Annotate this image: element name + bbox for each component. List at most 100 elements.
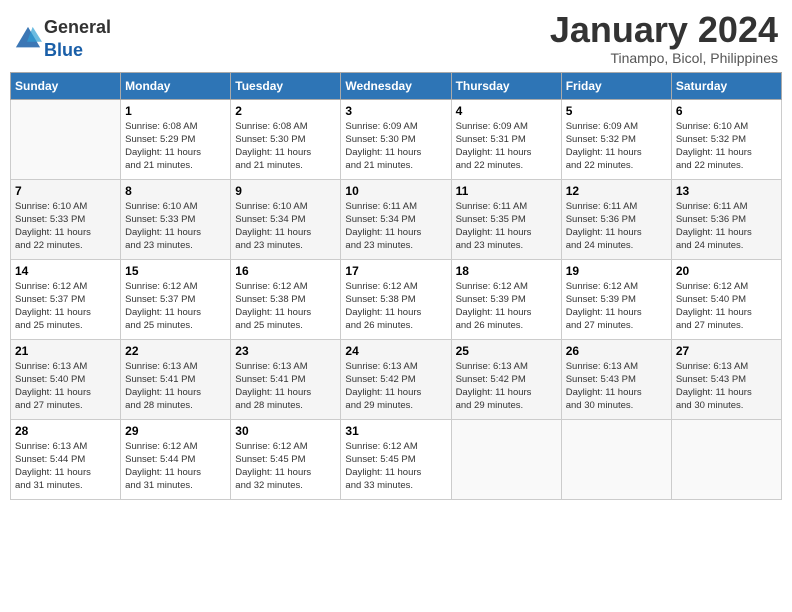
day-number: 9 [235, 184, 336, 198]
calendar-cell [451, 419, 561, 499]
calendar-cell: 9 Sunrise: 6:10 AMSunset: 5:34 PMDaylight… [231, 179, 341, 259]
day-number: 3 [345, 104, 446, 118]
day-number: 12 [566, 184, 667, 198]
logo-icon [14, 25, 42, 53]
day-number: 15 [125, 264, 226, 278]
calendar-cell: 22 Sunrise: 6:13 AMSunset: 5:41 PMDayligh… [121, 339, 231, 419]
day-number: 30 [235, 424, 336, 438]
calendar-week-row: 14 Sunrise: 6:12 AMSunset: 5:37 PMDayligh… [11, 259, 782, 339]
page-header: General Blue January 2024 Tinampo, Bicol… [10, 10, 782, 66]
day-number: 10 [345, 184, 446, 198]
day-info: Sunrise: 6:12 AMSunset: 5:37 PMDaylight:… [15, 280, 116, 333]
calendar-cell: 27Sunrise: 6:13 AMSunset: 5:43 PMDayligh… [671, 339, 781, 419]
day-number: 13 [676, 184, 777, 198]
day-info: Sunrise: 6:12 AMSunset: 5:39 PMDaylight:… [456, 280, 557, 333]
day-info: Sunrise: 6:13 AMSunset: 5:44 PMDaylight:… [15, 440, 116, 493]
calendar-cell: 5Sunrise: 6:09 AMSunset: 5:32 PMDaylight… [561, 99, 671, 179]
day-info: Sunrise: 6:11 AMSunset: 5:34 PMDaylight:… [345, 200, 446, 253]
calendar-cell [561, 419, 671, 499]
day-info: Sunrise: 6:12 AMSunset: 5:38 PMDaylight:… [345, 280, 446, 333]
day-number: 14 [15, 264, 116, 278]
calendar-cell: 1Sunrise: 6:08 AMSunset: 5:29 PMDaylight… [121, 99, 231, 179]
day-info: Sunrise: 6:11 AMSunset: 5:36 PMDaylight:… [676, 200, 777, 253]
day-number: 4 [456, 104, 557, 118]
day-number: 29 [125, 424, 226, 438]
calendar-cell: 31Sunrise: 6:12 AMSunset: 5:45 PMDayligh… [341, 419, 451, 499]
calendar-cell: 7Sunrise: 6:10 AMSunset: 5:33 PMDaylight… [11, 179, 121, 259]
calendar-cell: 25 Sunrise: 6:13 AMSunset: 5:42 PMDayligh… [451, 339, 561, 419]
day-number: 20 [676, 264, 777, 278]
calendar-cell: 18 Sunrise: 6:12 AMSunset: 5:39 PMDayligh… [451, 259, 561, 339]
logo-general-text: General [44, 17, 111, 37]
day-number: 21 [15, 344, 116, 358]
day-info: Sunrise: 6:11 AMSunset: 5:36 PMDaylight:… [566, 200, 667, 253]
day-info: Sunrise: 6:10 AMSunset: 5:32 PMDaylight:… [676, 120, 777, 173]
calendar-cell [671, 419, 781, 499]
day-info: Sunrise: 6:12 AMSunset: 5:45 PMDaylight:… [345, 440, 446, 493]
calendar-body: 1Sunrise: 6:08 AMSunset: 5:29 PMDaylight… [11, 99, 782, 499]
calendar-cell: 19Sunrise: 6:12 AMSunset: 5:39 PMDayligh… [561, 259, 671, 339]
calendar-cell: 24Sunrise: 6:13 AMSunset: 5:42 PMDayligh… [341, 339, 451, 419]
calendar-cell: 20Sunrise: 6:12 AMSunset: 5:40 PMDayligh… [671, 259, 781, 339]
day-number: 18 [456, 264, 557, 278]
day-number: 8 [125, 184, 226, 198]
calendar-cell: 16 Sunrise: 6:12 AMSunset: 5:38 PMDayligh… [231, 259, 341, 339]
title-section: January 2024 Tinampo, Bicol, Philippines [550, 10, 778, 66]
calendar-cell: 29 Sunrise: 6:12 AMSunset: 5:44 PMDayligh… [121, 419, 231, 499]
calendar-week-row: 1Sunrise: 6:08 AMSunset: 5:29 PMDaylight… [11, 99, 782, 179]
col-sunday: Sunday [11, 72, 121, 99]
day-info: Sunrise: 6:13 AMSunset: 5:40 PMDaylight:… [15, 360, 116, 413]
calendar-cell: 14 Sunrise: 6:12 AMSunset: 5:37 PMDayligh… [11, 259, 121, 339]
day-info: Sunrise: 6:10 AMSunset: 5:34 PMDaylight:… [235, 200, 336, 253]
day-info: Sunrise: 6:12 AMSunset: 5:37 PMDaylight:… [125, 280, 226, 333]
calendar-cell: 30Sunrise: 6:12 AMSunset: 5:45 PMDayligh… [231, 419, 341, 499]
header-row: Sunday Monday Tuesday Wednesday Thursday… [11, 72, 782, 99]
calendar-cell: 23Sunrise: 6:13 AMSunset: 5:41 PMDayligh… [231, 339, 341, 419]
day-info: Sunrise: 6:13 AMSunset: 5:42 PMDaylight:… [456, 360, 557, 413]
day-number: 19 [566, 264, 667, 278]
day-info: Sunrise: 6:13 AMSunset: 5:41 PMDaylight:… [125, 360, 226, 413]
logo: General Blue [14, 16, 111, 62]
month-title: January 2024 [550, 10, 778, 50]
day-number: 25 [456, 344, 557, 358]
day-info: Sunrise: 6:13 AMSunset: 5:43 PMDaylight:… [676, 360, 777, 413]
calendar-table: Sunday Monday Tuesday Wednesday Thursday… [10, 72, 782, 500]
calendar-cell: 6 Sunrise: 6:10 AMSunset: 5:32 PMDaylight… [671, 99, 781, 179]
calendar-cell: 17 Sunrise: 6:12 AMSunset: 5:38 PMDayligh… [341, 259, 451, 339]
day-info: Sunrise: 6:13 AMSunset: 5:41 PMDaylight:… [235, 360, 336, 413]
calendar-cell: 26Sunrise: 6:13 AMSunset: 5:43 PMDayligh… [561, 339, 671, 419]
logo-blue-text: Blue [44, 40, 83, 60]
day-number: 24 [345, 344, 446, 358]
col-friday: Friday [561, 72, 671, 99]
day-info: Sunrise: 6:10 AMSunset: 5:33 PMDaylight:… [125, 200, 226, 253]
calendar-cell: 8 Sunrise: 6:10 AMSunset: 5:33 PMDaylight… [121, 179, 231, 259]
calendar-week-row: 28 Sunrise: 6:13 AMSunset: 5:44 PMDayligh… [11, 419, 782, 499]
day-info: Sunrise: 6:09 AMSunset: 5:32 PMDaylight:… [566, 120, 667, 173]
day-number: 2 [235, 104, 336, 118]
day-number: 22 [125, 344, 226, 358]
calendar-week-row: 7Sunrise: 6:10 AMSunset: 5:33 PMDaylight… [11, 179, 782, 259]
col-monday: Monday [121, 72, 231, 99]
day-number: 6 [676, 104, 777, 118]
day-info: Sunrise: 6:08 AMSunset: 5:30 PMDaylight:… [235, 120, 336, 173]
calendar-cell: 28 Sunrise: 6:13 AMSunset: 5:44 PMDayligh… [11, 419, 121, 499]
calendar-cell: 13 Sunrise: 6:11 AMSunset: 5:36 PMDayligh… [671, 179, 781, 259]
day-info: Sunrise: 6:09 AMSunset: 5:30 PMDaylight:… [345, 120, 446, 173]
day-info: Sunrise: 6:12 AMSunset: 5:38 PMDaylight:… [235, 280, 336, 333]
col-tuesday: Tuesday [231, 72, 341, 99]
day-info: Sunrise: 6:12 AMSunset: 5:44 PMDaylight:… [125, 440, 226, 493]
calendar-cell: 21 Sunrise: 6:13 AMSunset: 5:40 PMDayligh… [11, 339, 121, 419]
col-saturday: Saturday [671, 72, 781, 99]
calendar-week-row: 21 Sunrise: 6:13 AMSunset: 5:40 PMDayligh… [11, 339, 782, 419]
day-number: 17 [345, 264, 446, 278]
day-info: Sunrise: 6:10 AMSunset: 5:33 PMDaylight:… [15, 200, 116, 253]
calendar-header: Sunday Monday Tuesday Wednesday Thursday… [11, 72, 782, 99]
day-info: Sunrise: 6:13 AMSunset: 5:43 PMDaylight:… [566, 360, 667, 413]
calendar-cell: 3 Sunrise: 6:09 AMSunset: 5:30 PMDaylight… [341, 99, 451, 179]
day-number: 16 [235, 264, 336, 278]
col-wednesday: Wednesday [341, 72, 451, 99]
day-info: Sunrise: 6:09 AMSunset: 5:31 PMDaylight:… [456, 120, 557, 173]
day-number: 28 [15, 424, 116, 438]
day-info: Sunrise: 6:08 AMSunset: 5:29 PMDaylight:… [125, 120, 226, 173]
calendar-cell [11, 99, 121, 179]
